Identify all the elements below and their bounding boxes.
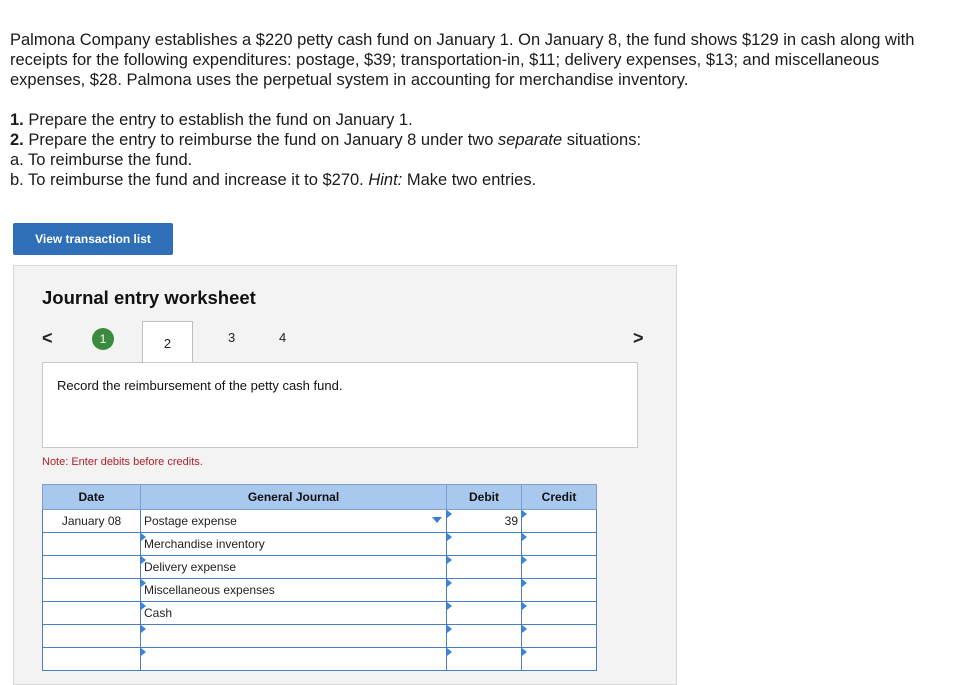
debit-cell[interactable] (446, 555, 522, 579)
credit-cell[interactable] (521, 509, 597, 533)
account-cell[interactable]: Postage expense (140, 509, 447, 533)
debit-value: 39 (504, 514, 518, 528)
table-row (42, 624, 597, 648)
question-2b-text: b. To reimburse the fund and increase it… (10, 171, 369, 189)
flag-icon (447, 533, 452, 541)
date-cell[interactable] (42, 532, 141, 556)
question-2-number: 2. (10, 131, 24, 149)
flag-icon (141, 602, 146, 610)
account-value: Merchandise inventory (144, 537, 265, 551)
table-row: Merchandise inventory (42, 532, 597, 556)
step-2-tab[interactable]: 2 (142, 321, 193, 364)
step-4-tab[interactable]: 4 (279, 330, 286, 345)
flag-icon (447, 602, 452, 610)
debit-header: Debit (446, 484, 522, 510)
flag-icon (522, 602, 527, 610)
debit-cell[interactable] (446, 624, 522, 648)
account-value: Miscellaneous expenses (144, 583, 275, 597)
flag-icon (141, 625, 146, 633)
question-2b-tail: Make two entries. (402, 171, 537, 189)
debit-cell[interactable] (446, 578, 522, 602)
table-row: Cash (42, 601, 597, 625)
flag-icon (141, 648, 146, 656)
worksheet-title: Journal entry worksheet (42, 287, 256, 308)
credit-cell[interactable] (521, 578, 597, 602)
instruction-box: Record the reimbursement of the petty ca… (42, 362, 638, 448)
account-cell[interactable] (140, 624, 447, 648)
date-header: Date (42, 484, 141, 510)
journal-table: Date General Journal Debit Credit Januar… (42, 484, 597, 671)
credit-cell[interactable] (521, 555, 597, 579)
previous-step-arrow-icon[interactable]: < (42, 328, 53, 349)
account-value: Cash (144, 606, 173, 620)
table-row: January 08 Postage expense 39 (42, 509, 597, 533)
debit-cell[interactable] (446, 647, 522, 671)
problem-statement: Palmona Company establishes a $220 petty… (10, 30, 946, 190)
debit-cell[interactable] (446, 532, 522, 556)
instruction-text: Record the reimbursement of the petty ca… (57, 378, 343, 393)
account-value: Postage expense (144, 514, 237, 528)
question-2: 2. Prepare the entry to reimburse the fu… (10, 130, 946, 150)
table-row: Miscellaneous expenses (42, 578, 597, 602)
flag-icon (447, 510, 452, 518)
date-cell[interactable] (42, 601, 141, 625)
flag-icon (141, 556, 146, 564)
debit-cell[interactable]: 39 (446, 509, 522, 533)
credit-cell[interactable] (521, 601, 597, 625)
flag-icon (141, 533, 146, 541)
date-cell[interactable] (42, 624, 141, 648)
view-transaction-list-button[interactable]: View transaction list (13, 223, 173, 255)
flag-icon (522, 625, 527, 633)
account-cell[interactable]: Delivery expense (140, 555, 447, 579)
step-3-tab[interactable]: 3 (228, 330, 235, 345)
credit-cell[interactable] (521, 647, 597, 671)
flag-icon (522, 648, 527, 656)
flag-icon (522, 556, 527, 564)
question-2a: a. To reimburse the fund. (10, 151, 193, 169)
question-1-number: 1. (10, 111, 24, 129)
general-journal-header: General Journal (140, 484, 447, 510)
question-2b: b. To reimburse the fund and increase it… (10, 170, 946, 190)
credit-header: Credit (521, 484, 597, 510)
flag-icon (447, 625, 452, 633)
next-step-arrow-icon[interactable]: > (633, 328, 644, 349)
question-1: 1. Prepare the entry to establish the fu… (10, 110, 946, 130)
account-cell[interactable]: Miscellaneous expenses (140, 578, 447, 602)
question-2b-hint: Hint: (368, 171, 403, 189)
question-1-text: Prepare the entry to establish the fund … (23, 111, 413, 129)
table-row (42, 647, 597, 671)
date-cell[interactable] (42, 578, 141, 602)
credit-cell[interactable] (521, 624, 597, 648)
question-2-emphasis: separate (497, 131, 563, 149)
flag-icon (522, 579, 527, 587)
flag-icon (522, 510, 527, 518)
entry-note: Note: Enter debits before credits. (42, 456, 203, 468)
flag-icon (447, 648, 452, 656)
debit-cell[interactable] (446, 601, 522, 625)
date-cell[interactable] (42, 555, 141, 579)
dropdown-arrow-icon[interactable] (432, 517, 442, 523)
question-2-text-a: Prepare the entry to reimburse the fund … (23, 131, 498, 149)
flag-icon (447, 579, 452, 587)
step-1-completed[interactable]: 1 (92, 328, 114, 350)
flag-icon (522, 533, 527, 541)
account-value: Delivery expense (144, 560, 237, 574)
problem-intro: Palmona Company establishes a $220 petty… (10, 31, 915, 89)
table-row: Delivery expense (42, 555, 597, 579)
flag-icon (141, 579, 146, 587)
credit-cell[interactable] (521, 532, 597, 556)
account-cell[interactable]: Cash (140, 601, 447, 625)
date-cell[interactable]: January 08 (42, 509, 141, 533)
account-cell[interactable] (140, 647, 447, 671)
flag-icon (447, 556, 452, 564)
journal-entry-worksheet: Journal entry worksheet < 1 2 3 4 > Reco… (13, 265, 677, 685)
journal-header-row: Date General Journal Debit Credit (42, 484, 597, 510)
question-2-text-b: situations: (562, 131, 642, 149)
date-cell[interactable] (42, 647, 141, 671)
account-cell[interactable]: Merchandise inventory (140, 532, 447, 556)
